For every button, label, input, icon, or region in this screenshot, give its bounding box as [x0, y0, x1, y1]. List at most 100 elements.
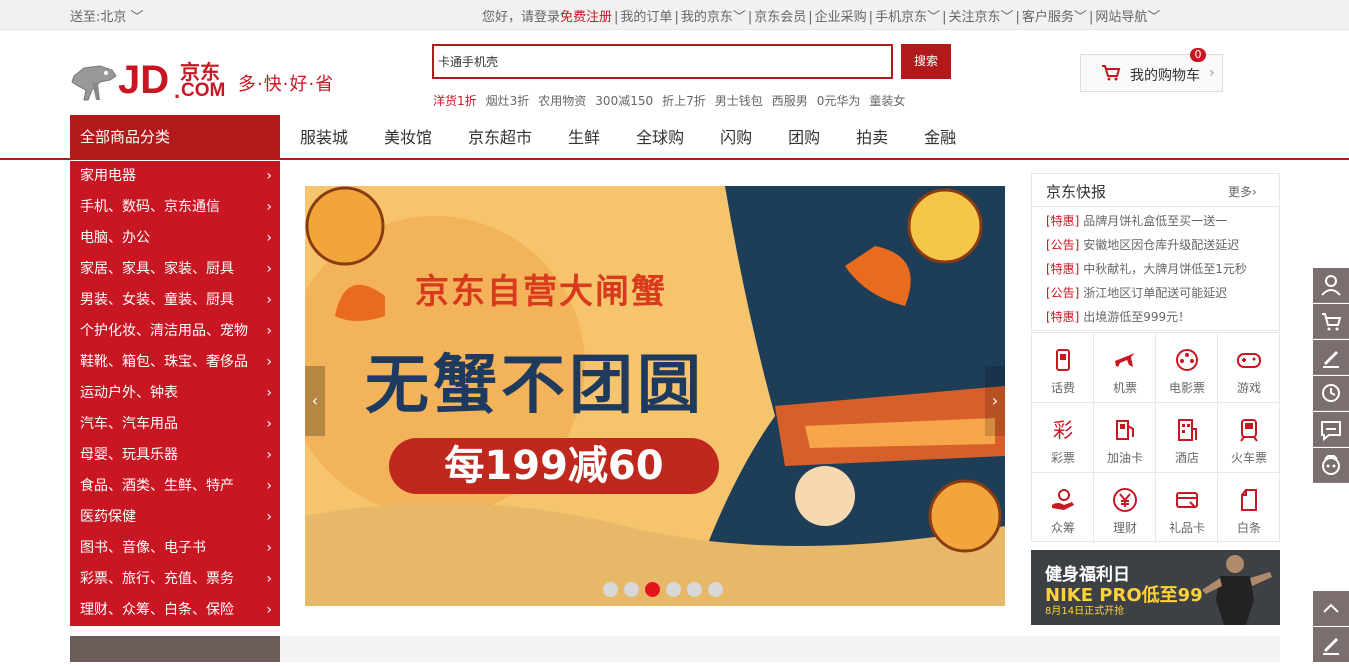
category-item[interactable]: 图书、音像、电子书 ›: [70, 533, 280, 564]
top-link-service[interactable]: 客户服务: [1022, 10, 1074, 25]
feedback-button[interactable]: [1313, 627, 1349, 662]
nav-item[interactable]: 服装城: [300, 115, 348, 160]
all-categories-button[interactable]: 全部商品分类: [70, 115, 280, 160]
service-giftcard[interactable]: 礼品卡: [1156, 473, 1218, 543]
logo-slogan: 多·快·好·省: [238, 74, 335, 95]
news-item[interactable]: [特惠] 品牌月饼礼盒低至买一送一: [1046, 212, 1227, 229]
jd-logo[interactable]: JD . COM 京东 多·快·好·省: [70, 56, 340, 104]
hot-keyword[interactable]: 洋货1折: [433, 94, 477, 108]
service-train[interactable]: 火车票: [1218, 403, 1280, 473]
search-input[interactable]: [434, 46, 891, 77]
side-message-button[interactable]: [1313, 412, 1349, 447]
user-button[interactable]: [1313, 268, 1349, 303]
location-label: 送至:北京: [70, 10, 127, 25]
nav-item[interactable]: 生鲜: [568, 115, 600, 160]
service-plane[interactable]: 机票: [1094, 333, 1156, 403]
chevron-down-icon: ﹀: [927, 10, 941, 25]
category-label: 医药保健: [80, 509, 136, 525]
category-item[interactable]: 汽车、汽车用品 ›: [70, 409, 280, 440]
nav-item[interactable]: 京东超市: [468, 115, 532, 160]
category-item[interactable]: 运动户外、钟表 ›: [70, 378, 280, 409]
banner-prev-button[interactable]: ‹: [305, 366, 325, 436]
news-item[interactable]: [公告] 浙江地区订单配送可能延迟: [1046, 284, 1227, 301]
service-label: 机票: [1112, 381, 1137, 395]
category-item[interactable]: 医药保健 ›: [70, 502, 280, 533]
nav-item[interactable]: 闪购: [720, 115, 752, 160]
category-item[interactable]: 手机、数码、京东通信 ›: [70, 192, 280, 223]
service-ious[interactable]: 白条: [1218, 473, 1280, 543]
service-game[interactable]: 游戏: [1218, 333, 1280, 403]
hot-keyword[interactable]: 0元华为: [817, 94, 861, 108]
top-link-mobile[interactable]: 手机京东: [875, 10, 927, 25]
fuel-icon: [1116, 420, 1134, 440]
banner-dot[interactable]: [708, 582, 723, 597]
banner-dot[interactable]: [645, 582, 660, 597]
top-link-member[interactable]: 京东会员: [754, 10, 806, 25]
hot-keyword[interactable]: 农用物资: [538, 94, 586, 108]
category-item[interactable]: 家用电器 ›: [70, 161, 280, 192]
hot-keyword[interactable]: 西服男: [772, 94, 808, 108]
promo-banner-nike[interactable]: 健身福利日 NIKE PRO低至99 8月14日正式开抢: [1031, 550, 1280, 625]
top-link-follow[interactable]: 关注京东: [948, 10, 1000, 25]
category-item[interactable]: 理财、众筹、白条、保险 ›: [70, 595, 280, 626]
hot-keyword[interactable]: 男士钱包: [715, 94, 763, 108]
greeting-login-link[interactable]: 您好，请登录: [482, 10, 560, 25]
banner-dot[interactable]: [624, 582, 639, 597]
banner-next-button[interactable]: ›: [985, 366, 1005, 436]
news-item[interactable]: [公告] 安徽地区因仓库升级配送延迟: [1046, 236, 1239, 253]
category-item[interactable]: 食品、酒类、生鲜、特产 ›: [70, 471, 280, 502]
category-item[interactable]: 电脑、办公 ›: [70, 223, 280, 254]
top-link-sitenav[interactable]: 网站导航: [1095, 10, 1147, 25]
location-selector[interactable]: 送至:北京 ﹀: [70, 6, 144, 25]
news-item[interactable]: [特惠] 中秋献礼，大牌月饼低至1元秒: [1046, 260, 1247, 277]
hot-keyword[interactable]: 300减150: [595, 94, 653, 108]
top-link-myjd[interactable]: 我的京东: [681, 10, 733, 25]
top-link-enterprise[interactable]: 企业采购: [815, 10, 867, 25]
category-label: 手机、数码、京东通信: [80, 199, 220, 215]
nav-item[interactable]: 金融: [924, 115, 956, 160]
category-item[interactable]: 家居、家具、家装、厨具 ›: [70, 254, 280, 285]
hero-banner[interactable]: 京东自营大闸蟹 无蟹不团圆 每199减60 ‹ ›: [305, 186, 1005, 606]
banner-dot[interactable]: [687, 582, 702, 597]
ious-icon: [1241, 489, 1257, 511]
banner-slogan: 无蟹不团圆: [365, 349, 705, 423]
category-label: 图书、音像、电子书: [80, 540, 206, 556]
hot-keyword[interactable]: 童装女: [869, 94, 905, 108]
search-button[interactable]: 搜索: [901, 44, 951, 79]
category-item[interactable]: 男装、女装、童装、厨具 ›: [70, 285, 280, 316]
side-edit-button[interactable]: [1313, 340, 1349, 375]
service-film[interactable]: 电影票: [1156, 333, 1218, 403]
side-history-button[interactable]: [1313, 376, 1349, 411]
category-item[interactable]: 个护化妆、清洁用品、宠物 ›: [70, 316, 280, 347]
banner-dot[interactable]: [666, 582, 681, 597]
back-to-top-button[interactable]: [1313, 591, 1349, 626]
side-service-button[interactable]: [1313, 448, 1349, 483]
service-phone[interactable]: 话费: [1032, 333, 1094, 403]
service-fuel[interactable]: 加油卡: [1094, 403, 1156, 473]
category-item[interactable]: 彩票、旅行、充值、票务 ›: [70, 564, 280, 595]
news-item[interactable]: [特惠] 出境游低至999元！: [1046, 308, 1190, 325]
category-item[interactable]: 母婴、玩具乐器 ›: [70, 440, 280, 471]
plane-icon: [1115, 353, 1135, 367]
nav-item[interactable]: 全球购: [636, 115, 684, 160]
service-finance[interactable]: 理财: [1094, 473, 1156, 543]
service-hotel[interactable]: 酒店: [1156, 403, 1218, 473]
cart-icon: [1102, 65, 1121, 81]
top-link-orders[interactable]: 我的订单: [620, 10, 672, 25]
hot-keyword[interactable]: 折上7折: [662, 94, 706, 108]
side-cart-button[interactable]: [1313, 304, 1349, 339]
nav-item[interactable]: 团购: [788, 115, 820, 160]
cart-button[interactable]: 我的购物车 › 0: [1080, 48, 1223, 92]
chevron-right-icon: ›: [266, 292, 272, 308]
service-crowdfund[interactable]: 众筹: [1032, 473, 1094, 543]
category-item[interactable]: 鞋靴、箱包、珠宝、奢侈品 ›: [70, 347, 280, 378]
chevron-right-icon: ›: [266, 540, 272, 556]
register-link[interactable]: 免费注册: [560, 10, 612, 25]
news-more-link[interactable]: 更多›: [1228, 183, 1257, 200]
service-lottery[interactable]: 彩 彩票: [1032, 403, 1094, 473]
hot-keyword[interactable]: 烟灶3折: [486, 94, 530, 108]
nav-item[interactable]: 美妆馆: [384, 115, 432, 160]
service-label: 酒店: [1174, 451, 1199, 465]
banner-dot[interactable]: [603, 582, 618, 597]
nav-item[interactable]: 拍卖: [856, 115, 888, 160]
